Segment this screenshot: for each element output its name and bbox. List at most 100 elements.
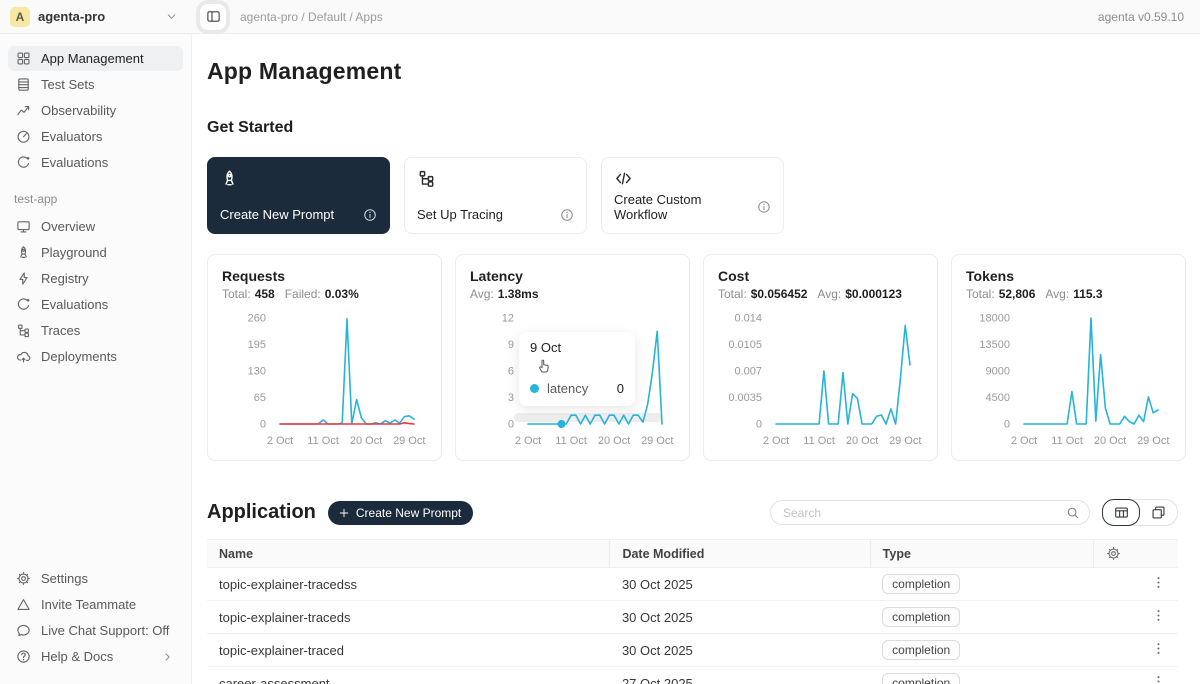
application-title: Application bbox=[207, 501, 316, 524]
sidebar: App ManagementTest SetsObservabilityEval… bbox=[0, 34, 192, 684]
sidebar-item-deployments[interactable]: Deployments bbox=[8, 344, 183, 369]
table-row[interactable]: career-assessment27 Oct 2025 completion bbox=[207, 667, 1178, 684]
svg-text:0.014: 0.014 bbox=[734, 313, 762, 325]
sidebar-item-app-management[interactable]: App Management bbox=[8, 46, 183, 71]
row-menu-button[interactable] bbox=[1151, 608, 1166, 623]
app-type: completion bbox=[870, 568, 1093, 601]
tokens-chart[interactable]: 04500900013500180002 Oct11 Oct20 Oct29 O… bbox=[966, 306, 1171, 452]
sidebar-item-playground[interactable]: Playground bbox=[8, 240, 183, 265]
sidebar-item-label: Settings bbox=[41, 571, 88, 586]
tokens-card: TokensTotal:52,806Avg:115.30450090001350… bbox=[951, 254, 1186, 461]
stat-value: $0.056452 bbox=[751, 287, 808, 301]
panel-left-icon bbox=[206, 9, 221, 24]
create-new-prompt-button[interactable]: Create New Prompt bbox=[328, 501, 473, 525]
svg-text:29 Oct: 29 Oct bbox=[889, 435, 921, 447]
sidebar-item-evaluations[interactable]: Evaluations bbox=[8, 292, 183, 317]
app-name[interactable]: topic-explainer-traceds bbox=[207, 601, 610, 634]
card-label: Create Custom Workflow bbox=[614, 192, 757, 222]
app-date-modified: 30 Oct 2025 bbox=[610, 634, 870, 667]
app-date-modified: 27 Oct 2025 bbox=[610, 667, 870, 684]
svg-text:260: 260 bbox=[248, 313, 266, 325]
workspace-avatar: A bbox=[10, 7, 30, 27]
requests-chart[interactable]: 0651301952602 Oct11 Oct20 Oct29 Oct bbox=[222, 306, 427, 452]
gauge-icon bbox=[16, 129, 31, 144]
info-icon[interactable] bbox=[363, 208, 377, 222]
table-view-icon bbox=[1114, 505, 1129, 520]
set-up-tracing-card[interactable]: Set Up Tracing bbox=[404, 157, 587, 234]
row-menu-button[interactable] bbox=[1151, 575, 1166, 590]
plus-icon bbox=[338, 507, 350, 519]
sidebar-item-settings[interactable]: Settings bbox=[8, 566, 183, 591]
svg-text:2 Oct: 2 Oct bbox=[267, 435, 293, 447]
create-custom-workflow-card[interactable]: Create Custom Workflow bbox=[601, 157, 784, 234]
sidebar-toggle-button[interactable] bbox=[200, 4, 226, 30]
row-menu-button[interactable] bbox=[1151, 674, 1166, 684]
svg-text:6: 6 bbox=[508, 366, 514, 378]
app-name[interactable]: topic-explainer-traced bbox=[207, 634, 610, 667]
svg-text:2 Oct: 2 Oct bbox=[763, 435, 789, 447]
create-new-prompt-card[interactable]: Create New Prompt bbox=[207, 157, 390, 234]
table-view-button[interactable] bbox=[1102, 499, 1140, 526]
hand-cursor-icon bbox=[535, 356, 553, 374]
cost-chart[interactable]: 00.00350.0070.01050.0142 Oct11 Oct20 Oct… bbox=[718, 306, 923, 452]
search-icon[interactable] bbox=[1066, 506, 1080, 520]
app-window: A agenta-pro agenta-pro / Default / Apps… bbox=[0, 0, 1200, 684]
info-icon[interactable] bbox=[560, 208, 574, 222]
type-badge: completion bbox=[882, 640, 960, 660]
sidebar-item-test-sets[interactable]: Test Sets bbox=[8, 72, 183, 97]
sidebar-footer-nav: Settings Invite Teammate Live Chat Support… bbox=[8, 566, 183, 670]
column-header-name: Name bbox=[207, 540, 610, 568]
sidebar-item-observability[interactable]: Observability bbox=[8, 98, 183, 123]
stat-card-title: Latency bbox=[470, 268, 675, 284]
get-started-title: Get Started bbox=[207, 119, 1178, 137]
rocket-icon bbox=[16, 245, 31, 260]
stat-value: $0.000123 bbox=[845, 287, 902, 301]
get-started-cards: Create New PromptSet Up Tracing Create Cu… bbox=[207, 157, 1178, 234]
sidebar-main-nav: App ManagementTest SetsObservabilityEval… bbox=[8, 46, 183, 176]
sidebar-item-label: Deployments bbox=[41, 349, 117, 364]
svg-text:11 Oct: 11 Oct bbox=[803, 435, 835, 447]
table-row[interactable]: topic-explainer-traceds30 Oct 2025comple… bbox=[207, 601, 1178, 634]
sidebar-item-label: Overview bbox=[41, 219, 95, 234]
tree-icon bbox=[16, 323, 31, 338]
app-name[interactable]: topic-explainer-tracedss bbox=[207, 568, 610, 601]
sidebar-item-invite-teammate[interactable]: Invite Teammate bbox=[8, 592, 183, 617]
svg-text:20 Oct: 20 Oct bbox=[598, 435, 630, 447]
rocket-icon bbox=[220, 169, 239, 188]
sidebar-item-traces[interactable]: Traces bbox=[8, 318, 183, 343]
create-new-prompt-label: Create New Prompt bbox=[356, 506, 461, 520]
sidebar-item-evaluations[interactable]: Evaluations bbox=[8, 150, 183, 175]
svg-text:2 Oct: 2 Oct bbox=[1011, 435, 1037, 447]
sidebar-item-label: Evaluations bbox=[41, 155, 108, 170]
sidebar-item-evaluators[interactable]: Evaluators bbox=[8, 124, 183, 149]
dots-vertical-icon bbox=[1151, 674, 1166, 684]
card-view-button[interactable] bbox=[1139, 499, 1177, 526]
sidebar-item-label: Registry bbox=[41, 271, 89, 286]
stat-value: 0.03% bbox=[325, 287, 359, 301]
table-row[interactable]: topic-explainer-tracedss30 Oct 2025compl… bbox=[207, 568, 1178, 601]
gear-icon[interactable] bbox=[1106, 546, 1121, 561]
sidebar-item-label: Invite Teammate bbox=[41, 597, 136, 612]
sidebar-item-help-docs[interactable]: Help & Docs bbox=[8, 644, 183, 669]
sidebar-item-live-chat-support-off[interactable]: Live Chat Support: Off bbox=[8, 618, 183, 643]
search-input[interactable] bbox=[783, 506, 1066, 520]
info-icon[interactable] bbox=[757, 200, 771, 214]
stat-label: Avg: bbox=[470, 287, 494, 301]
search-box bbox=[770, 500, 1090, 525]
table-row[interactable]: topic-explainer-traced30 Oct 2025 complet… bbox=[207, 634, 1178, 667]
type-badge: completion bbox=[882, 574, 960, 594]
sidebar-item-overview[interactable]: Overview bbox=[8, 214, 183, 239]
type-badge: completion bbox=[882, 607, 960, 627]
sidebar-item-registry[interactable]: Registry bbox=[8, 266, 183, 291]
breadcrumb[interactable]: agenta-pro / Default / Apps bbox=[240, 10, 383, 24]
svg-text:0.0105: 0.0105 bbox=[728, 339, 762, 351]
workspace-selector[interactable]: A agenta-pro bbox=[0, 7, 192, 27]
monitor-icon bbox=[16, 219, 31, 234]
chevron-down-icon bbox=[165, 10, 178, 23]
row-menu-button[interactable] bbox=[1151, 641, 1166, 656]
type-badge: completion bbox=[882, 673, 960, 684]
chart-tooltip: 9 Octlatency0 bbox=[519, 332, 635, 406]
app-name[interactable]: career-assessment bbox=[207, 667, 610, 684]
column-header-actions bbox=[1094, 540, 1179, 568]
svg-text:18000: 18000 bbox=[979, 313, 1010, 325]
